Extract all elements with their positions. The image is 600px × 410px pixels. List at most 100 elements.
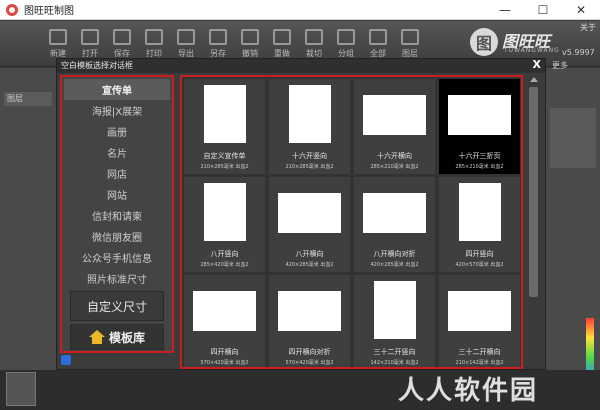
template-size: 285×420毫米 出血2 bbox=[200, 262, 249, 268]
scroll-thumb[interactable] bbox=[529, 87, 538, 297]
toolbar-tool-icon bbox=[305, 29, 323, 45]
template-preview bbox=[204, 85, 246, 143]
toolbar-tool-icon bbox=[81, 29, 99, 45]
template-name: 四开横向 bbox=[210, 348, 239, 356]
template-card[interactable]: 四开横向对折 570×420毫米 出血2 bbox=[269, 275, 350, 367]
about-link[interactable]: 关于 bbox=[580, 22, 596, 33]
category-item[interactable]: 照片标准尺寸 bbox=[64, 268, 170, 289]
template-size: 210×285毫米 出血2 bbox=[285, 164, 334, 170]
scroll-up-icon[interactable] bbox=[530, 77, 538, 82]
dialog-titlebar: 空白模板选择对话框 X bbox=[57, 58, 545, 73]
template-card[interactable]: 八开横向 420×285毫米 出血2 bbox=[269, 177, 350, 272]
watermark-text: 人人软件园 bbox=[398, 376, 539, 406]
template-preview bbox=[363, 95, 426, 135]
toolbar-tool-icon bbox=[113, 29, 131, 45]
toolbar-tool-icon bbox=[177, 29, 195, 45]
template-name: 三十二开竖向 bbox=[373, 348, 416, 356]
version-label: v5.9997 bbox=[562, 48, 595, 57]
template-card[interactable]: 自定义宣传单 210×285毫米 出血2 bbox=[184, 79, 265, 174]
app-logo-icon bbox=[6, 3, 18, 16]
template-library-button[interactable]: 模板库 bbox=[70, 324, 164, 350]
category-item[interactable]: 网站 bbox=[64, 184, 170, 205]
right-panel bbox=[546, 68, 600, 410]
template-card[interactable]: 十六开横向 285×210毫米 出血2 bbox=[354, 79, 435, 174]
template-name: 十六开横向 bbox=[377, 152, 412, 160]
paw-icon bbox=[61, 355, 71, 365]
template-size: 142×210毫米 出血2 bbox=[370, 360, 419, 366]
window-titlebar: 图旺旺制图 — ☐ ✕ bbox=[0, 0, 600, 20]
category-item[interactable]: 宣传单 bbox=[64, 79, 170, 100]
template-scrollbar[interactable] bbox=[525, 75, 543, 369]
template-card[interactable]: 三十二开横向 210×142毫米 出血2 bbox=[439, 275, 520, 367]
template-name: 四开横向对折 bbox=[288, 348, 331, 356]
house-icon bbox=[88, 330, 105, 344]
template-name: 十六开竖向 bbox=[292, 152, 327, 160]
category-item[interactable]: 微信朋友圈 bbox=[64, 226, 170, 247]
template-preview bbox=[193, 291, 256, 331]
minimize-button[interactable]: — bbox=[486, 0, 524, 20]
template-card[interactable]: 十六开三折页 285×210毫米 出血2 bbox=[439, 79, 520, 174]
template-card[interactable]: 四开横向 570×420毫米 出血2 bbox=[184, 275, 265, 367]
template-card[interactable]: 八开横向对折 420×285毫米 出血2 bbox=[354, 177, 435, 272]
toolbar-tool-icon bbox=[401, 29, 419, 45]
category-item[interactable]: 名片 bbox=[64, 142, 170, 163]
window-controls: — ☐ ✕ bbox=[486, 0, 600, 20]
toolbar-tool-icon bbox=[145, 29, 163, 45]
template-name: 三十二开横向 bbox=[458, 348, 501, 356]
template-preview bbox=[204, 183, 246, 241]
template-grid: 自定义宣传单 210×285毫米 出血2 十六开竖向 210×285毫米 出血2 十六开… bbox=[180, 75, 523, 369]
category-panel: 宣传单 海报|X展架 画册 名片 网店 网站 信封和请柬 微信朋友圈 公众号手机信息 照片标准尺寸… bbox=[60, 75, 174, 353]
brand-badge-icon: 图 bbox=[470, 28, 498, 56]
template-name: 八开横向对折 bbox=[373, 250, 416, 258]
more-link[interactable]: 更多 bbox=[552, 60, 568, 71]
layers-header: 图层 bbox=[4, 92, 52, 106]
blank-template-dialog: 空白模板选择对话框 X 宣传单 海报|X展架 画册 名片 网店 网站 信封和请柬 微信朋友圈公… bbox=[56, 58, 546, 370]
template-size: 285×210毫米 出血2 bbox=[455, 164, 504, 170]
template-size: 285×210毫米 出血2 bbox=[370, 164, 419, 170]
template-preview bbox=[363, 193, 426, 233]
template-preview bbox=[374, 281, 416, 339]
template-name: 十六开三折页 bbox=[458, 152, 501, 160]
template-name: 八开横向 bbox=[295, 250, 324, 258]
toolbar-tool-icon bbox=[49, 29, 67, 45]
top-menu: 关于 bbox=[580, 22, 596, 33]
maximize-button[interactable]: ☐ bbox=[524, 0, 562, 20]
page-thumbnail[interactable] bbox=[6, 372, 36, 406]
category-item[interactable]: 海报|X展架 bbox=[64, 100, 170, 121]
template-name: 自定义宣传单 bbox=[203, 152, 246, 160]
template-card[interactable]: 八开竖向 285×420毫米 出血2 bbox=[184, 177, 265, 272]
right-panel-box bbox=[550, 108, 596, 168]
category-item[interactable]: 信封和请柬 bbox=[64, 205, 170, 226]
template-card[interactable]: 十六开竖向 210×285毫米 出血2 bbox=[269, 79, 350, 174]
template-size: 570×420毫米 出血2 bbox=[200, 360, 249, 366]
template-size: 570×420毫米 出血2 bbox=[285, 360, 334, 366]
brand-sub: TUWANGWANG bbox=[504, 47, 560, 54]
category-item[interactable]: 网店 bbox=[64, 163, 170, 184]
category-item[interactable]: 公众号手机信息 bbox=[64, 247, 170, 268]
dialog-close-button[interactable]: X bbox=[533, 58, 541, 71]
template-card[interactable]: 四开竖向 420×570毫米 出血2 bbox=[439, 177, 520, 272]
template-name: 八开竖向 bbox=[210, 250, 239, 258]
close-window-button[interactable]: ✕ bbox=[562, 0, 600, 20]
custom-size-button[interactable]: 自定义尺寸 bbox=[70, 291, 164, 321]
template-preview bbox=[289, 85, 331, 143]
template-preview bbox=[278, 291, 341, 331]
template-card[interactable]: 三十二开竖向 142×210毫米 出血2 bbox=[354, 275, 435, 367]
category-item[interactable]: 画册 bbox=[64, 121, 170, 142]
template-size: 210×285毫米 出血2 bbox=[200, 164, 249, 170]
template-size: 420×285毫米 出血2 bbox=[370, 262, 419, 268]
template-preview bbox=[459, 183, 501, 241]
toolbar-tool-icon bbox=[337, 29, 355, 45]
dialog-title: 空白模板选择对话框 bbox=[61, 61, 133, 70]
template-size: 420×570毫米 出血2 bbox=[455, 262, 504, 268]
template-name: 四开竖向 bbox=[465, 250, 494, 258]
category-list: 宣传单 海报|X展架 画册 名片 网店 网站 信封和请柬 微信朋友圈 公众号手机信息 照片标准尺寸 bbox=[64, 79, 170, 289]
toolbar-tool-icon bbox=[369, 29, 387, 45]
window-title: 图旺旺制图 bbox=[24, 6, 74, 17]
toolbar-tool-icon bbox=[209, 29, 227, 45]
template-preview bbox=[448, 291, 511, 331]
template-size: 420×285毫米 出血2 bbox=[285, 262, 334, 268]
toolbar-tool-icon bbox=[241, 29, 259, 45]
template-preview bbox=[448, 95, 511, 135]
toolbar-tool-icon bbox=[273, 29, 291, 45]
